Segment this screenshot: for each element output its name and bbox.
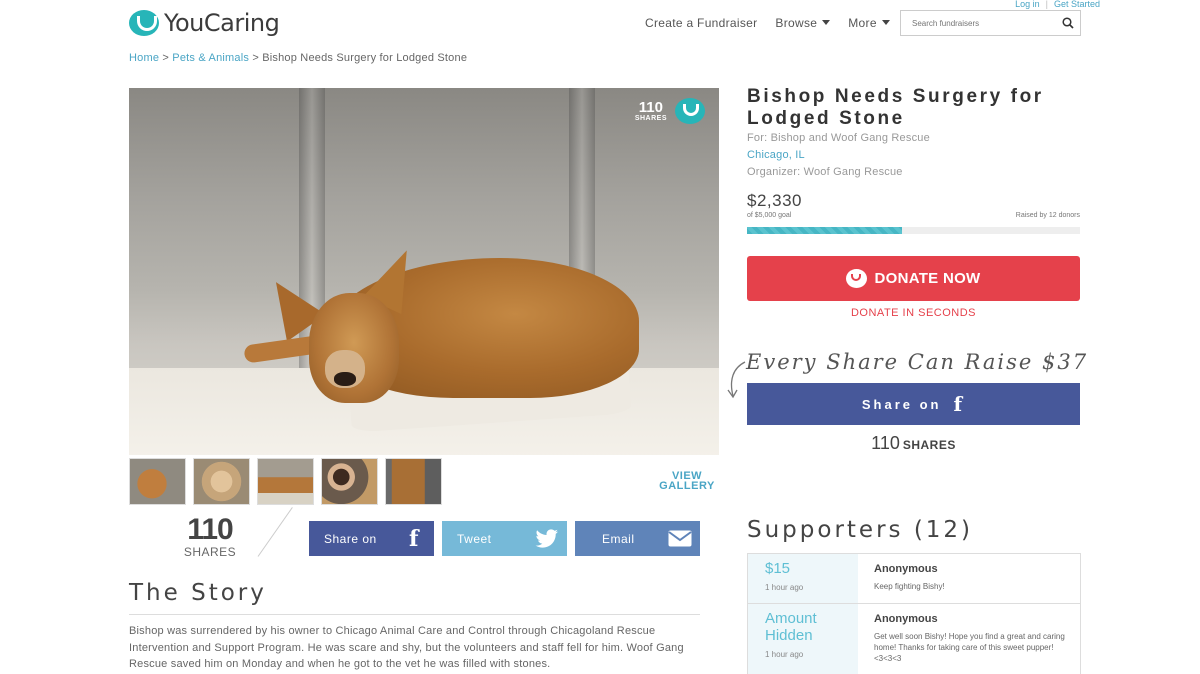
share-count-block: 110 SHARES	[175, 513, 245, 560]
share-count-label: SHARES	[183, 545, 237, 559]
supporter-amount: Amount Hidden	[765, 610, 817, 644]
search-box	[900, 10, 1081, 36]
gallery-thumbnail[interactable]	[193, 458, 250, 505]
caret-down-icon	[822, 20, 831, 25]
supporter-time: 1 hour ago	[765, 650, 804, 659]
story-text: Bishop was surrendered by his owner to C…	[129, 625, 684, 670]
supporter-message: Keep fighting Bishy!	[874, 582, 945, 591]
supporters-list: $15 1 hour ago Anonymous Keep fighting B…	[747, 553, 1081, 674]
view-gallery-line-2: GALLERY	[659, 480, 715, 492]
progress-bar	[747, 227, 1080, 234]
supporter-amount: $15	[765, 560, 791, 577]
nav-create-fundraiser[interactable]: Create a Fundraiser	[645, 16, 757, 30]
every-share-tagline: Every Share Can Raise $37	[746, 350, 1089, 374]
gallery-thumbnail[interactable]	[257, 458, 314, 505]
photo-share-badge: 110 SHARES	[635, 98, 705, 124]
supporter-row: $15 1 hour ago Anonymous Keep fighting B…	[748, 554, 1080, 604]
supporter-name: Anonymous	[874, 563, 938, 575]
email-share-button[interactable]: Email	[575, 521, 700, 556]
twitter-icon	[527, 521, 567, 556]
campaign-location[interactable]: Chicago, IL	[747, 149, 805, 161]
gallery-thumbnail[interactable]	[385, 458, 442, 505]
gallery-thumbnail[interactable]	[321, 458, 378, 505]
nav-more-label: More	[848, 16, 877, 30]
facebook-share-button[interactable]: Share on f	[309, 521, 434, 556]
main-nav: Create a Fundraiser Browse More	[645, 10, 908, 36]
donate-now-button[interactable]: DONATE NOW	[747, 256, 1080, 301]
email-icon	[660, 521, 700, 556]
share-on-facebook-button[interactable]: Share on f	[747, 383, 1080, 425]
tweet-label: Tweet	[457, 531, 492, 546]
divider	[129, 614, 700, 615]
donors-count: Raised by 12 donors	[1015, 212, 1080, 219]
supporter-row: Amount Hidden 1 hour ago Anonymous Get w…	[748, 604, 1080, 674]
heart-icon	[846, 269, 868, 288]
goal-text: of $5,000 goal	[747, 212, 792, 219]
share-on-label: Share on	[861, 396, 942, 412]
gallery-thumbnail[interactable]	[129, 458, 186, 505]
breadcrumb: Home > Pets & Animals > Bishop Needs Sur…	[129, 52, 468, 64]
youcaring-logo[interactable]: YouCaring	[129, 9, 280, 37]
campaign-organizer: Organizer: Woof Gang Rescue	[747, 166, 903, 178]
donate-in-seconds-text: DONATE IN SECONDS	[850, 307, 977, 319]
facebook-share-label: Share on	[324, 531, 377, 546]
progress-bar-fill	[747, 227, 903, 234]
top-utility-links: Log in | Get Started	[1015, 0, 1100, 9]
tweet-button[interactable]: Tweet	[442, 521, 567, 556]
nav-more[interactable]: More	[848, 16, 890, 30]
logo-text: YouCaring	[164, 9, 280, 37]
divider	[257, 507, 293, 557]
nav-browse-label: Browse	[775, 16, 818, 30]
campaign-photo[interactable]: 110 SHARES	[129, 88, 719, 455]
shares-summary: 110 SHARES	[747, 433, 1080, 454]
get-started-link[interactable]: Get Started	[1054, 0, 1100, 9]
caret-down-icon	[881, 20, 890, 25]
email-share-label: Email	[602, 531, 635, 546]
photo-share-label: SHARES	[634, 115, 667, 122]
facebook-icon: f	[953, 392, 966, 416]
campaign-beneficiary: For: Bishop and Woof Gang Rescue	[747, 132, 930, 144]
nav-browse[interactable]: Browse	[775, 16, 831, 30]
search-icon[interactable]	[1062, 17, 1074, 29]
breadcrumb-category[interactable]: Pets & Animals	[172, 52, 249, 64]
search-input[interactable]	[901, 18, 1051, 28]
supporter-name: Anonymous	[874, 613, 938, 625]
story-heading: The Story	[129, 580, 267, 606]
login-link[interactable]: Log in	[1015, 0, 1040, 9]
youcaring-logo-icon	[129, 10, 159, 36]
campaign-title: Bishop Needs Surgery for Lodged Stone	[747, 86, 1044, 129]
breadcrumb-current: Bishop Needs Surgery for Lodged Stone	[262, 52, 468, 64]
supporters-heading: Supporters (12)	[747, 517, 974, 543]
share-count: 110	[187, 513, 233, 546]
dog-nose	[334, 372, 356, 386]
view-gallery-link[interactable]: VIEW GALLERY	[655, 471, 719, 492]
youcaring-logo-icon	[675, 98, 705, 124]
photo-thumbnails	[129, 458, 449, 505]
breadcrumb-home[interactable]: Home	[129, 52, 159, 64]
shares-summary-count: 110	[871, 433, 900, 453]
supporter-message: Get well soon Bishy! Hope you find a gre…	[874, 632, 1065, 663]
amount-raised: $2,330	[747, 191, 802, 210]
photo-share-count: 110	[638, 99, 663, 116]
donate-now-label: DONATE NOW	[874, 270, 981, 287]
shares-summary-label: SHARES	[902, 438, 956, 452]
facebook-icon: f	[409, 525, 419, 552]
supporter-time: 1 hour ago	[765, 583, 804, 592]
